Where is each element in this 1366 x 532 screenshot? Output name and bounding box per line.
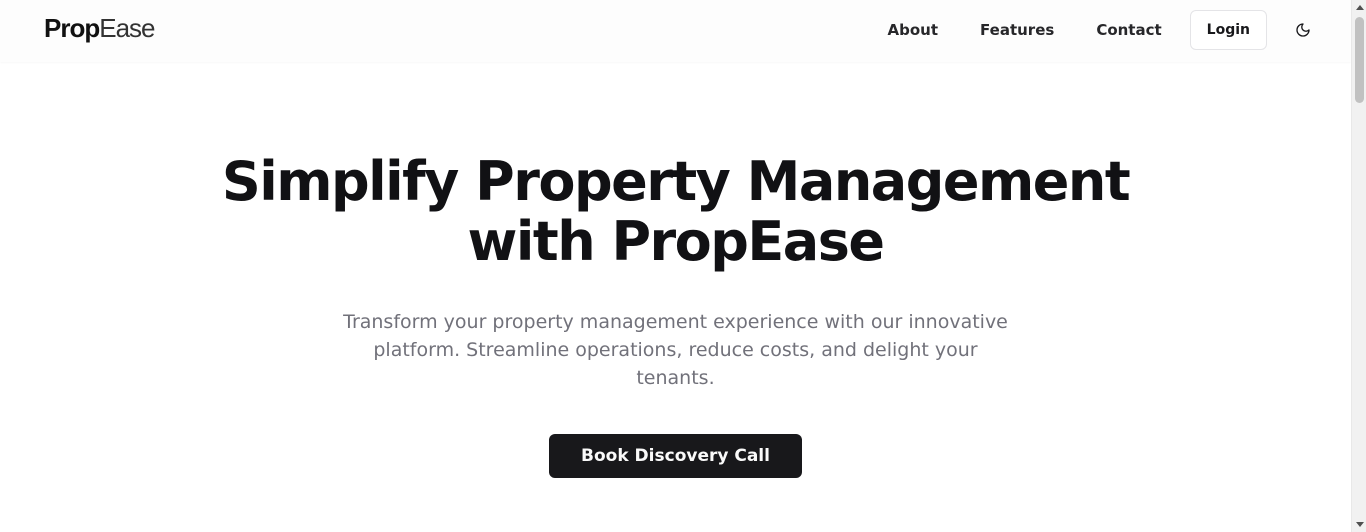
nav-link-features[interactable]: Features [959, 10, 1075, 50]
scroll-down-button[interactable] [1352, 517, 1366, 532]
moon-icon [1296, 23, 1310, 37]
browser-viewport: Prop Ease About Features Contact Login Si… [0, 0, 1366, 532]
arrow-up-icon [1355, 5, 1364, 10]
site-header: Prop Ease About Features Contact Login [0, 0, 1351, 62]
propease-logo[interactable]: Prop Ease [44, 12, 156, 44]
nav-link-about[interactable]: About [867, 10, 960, 50]
hero-title: Simplify Property Management with PropEa… [0, 152, 1351, 272]
logo-text-strong: Prop [44, 13, 100, 43]
theme-toggle-button[interactable] [1285, 12, 1321, 48]
hero-title-line-2: with PropEase [467, 210, 885, 273]
login-button[interactable]: Login [1189, 10, 1267, 50]
logo-text-light: Ease [99, 13, 155, 43]
arrow-down-icon [1355, 522, 1364, 527]
hero-section: Simplify Property Management with PropEa… [0, 62, 1351, 478]
hero-title-line-1: Simplify Property Management [221, 150, 1131, 213]
book-discovery-call-button[interactable]: Book Discovery Call [549, 434, 802, 478]
scroll-up-button[interactable] [1352, 0, 1366, 15]
hero-subtitle: Transform your property management exper… [343, 311, 1008, 389]
nav-link-contact[interactable]: Contact [1075, 10, 1182, 50]
vertical-scrollbar[interactable] [1351, 0, 1366, 532]
scrollbar-thumb[interactable] [1355, 17, 1364, 103]
main-nav: About Features Contact Login [867, 10, 1322, 50]
landing-page: Prop Ease About Features Contact Login Si… [0, 0, 1351, 532]
